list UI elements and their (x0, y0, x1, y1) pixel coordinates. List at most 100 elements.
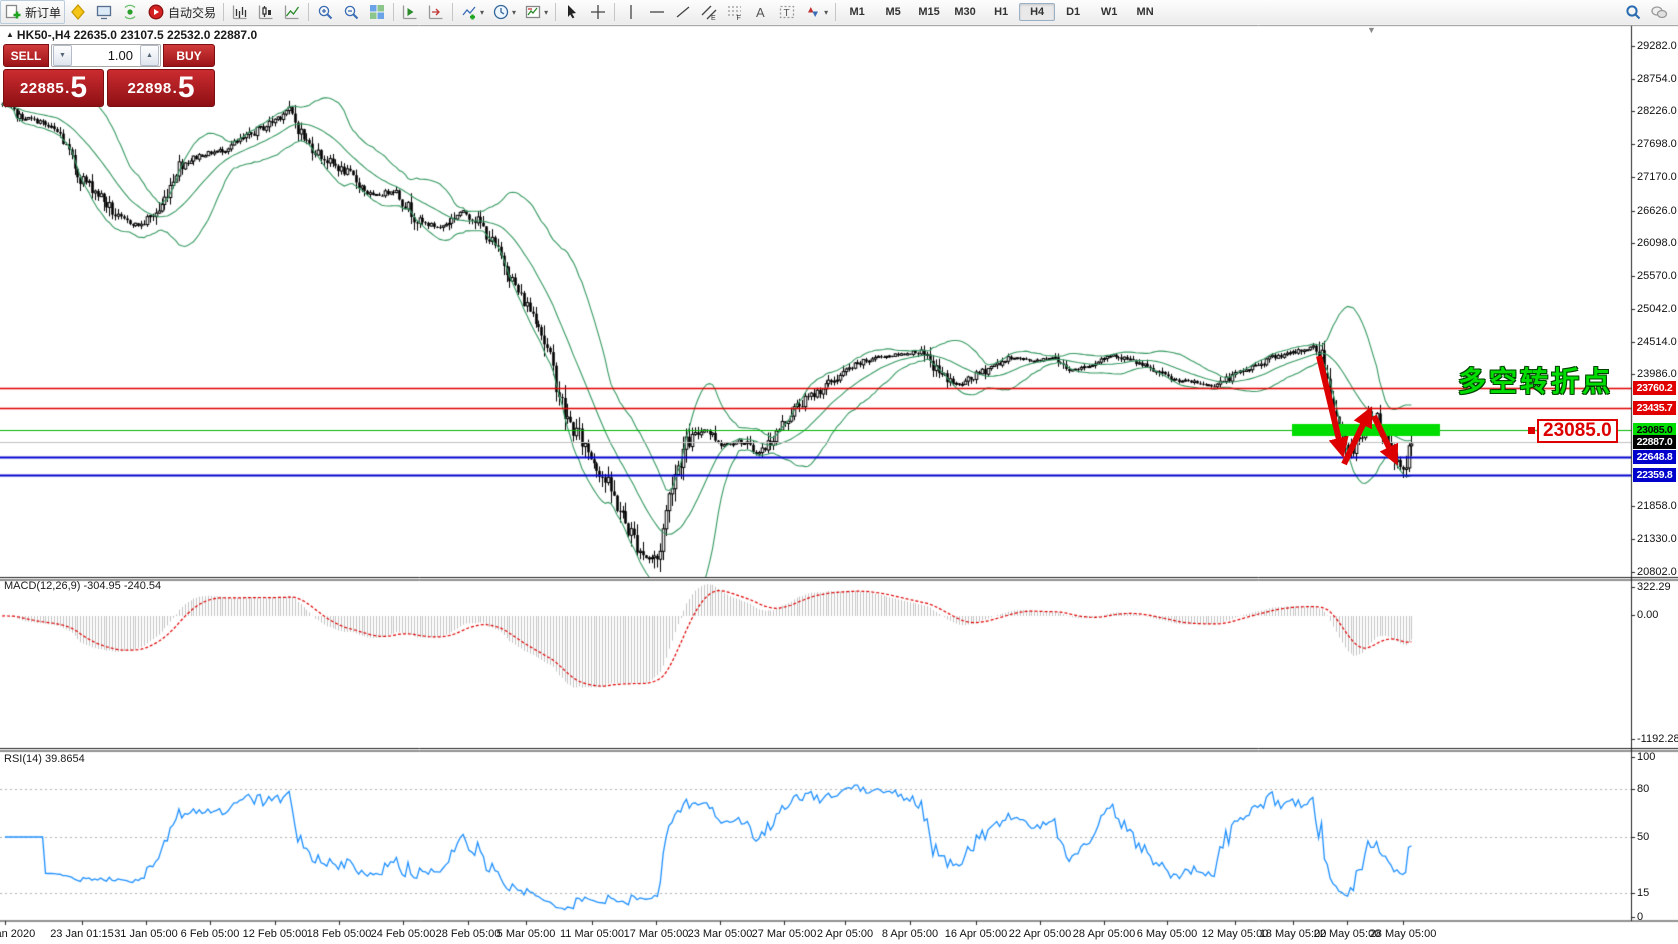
svg-text:F: F (737, 15, 741, 21)
price-level-tag: 23435.7 (1633, 401, 1676, 416)
equidistant-channel-button[interactable]: E (696, 0, 722, 24)
macd-axis-label: 322.29 (1637, 581, 1671, 593)
arrows-button[interactable]: ▾ (800, 0, 832, 24)
zoom-in-button[interactable] (312, 0, 338, 24)
terminal-icon (95, 3, 113, 21)
toolbar: 新订单 自动交易 ▾ ▾ ▾ E F A T ▾ M1 M5 M15 M30 H1 H4 D1 W1 MN (0, 0, 1678, 25)
price-tick-label: 28754.0 (1637, 72, 1677, 85)
chart-canvas[interactable] (0, 24, 1678, 944)
candlestick-button[interactable] (253, 0, 279, 24)
rsi-axis-label: 50 (1637, 831, 1650, 843)
trendline-button[interactable] (670, 0, 696, 24)
text-icon: A (752, 3, 770, 21)
turning-point-annotation[interactable]: 多空转折点 (1458, 360, 1613, 400)
volume-increase-button[interactable]: ▲ (140, 45, 159, 66)
text-button[interactable]: A (748, 0, 774, 24)
periods-button[interactable]: ▾ (488, 0, 520, 24)
timeframe-h1-button[interactable]: H1 (983, 3, 1019, 21)
price-level-tag: 22887.0 (1633, 435, 1676, 450)
auto-scroll-icon (401, 3, 419, 21)
metaeditor-icon (69, 3, 87, 21)
timeframe-d1-button[interactable]: D1 (1055, 3, 1091, 21)
timeframe-m30-button[interactable]: M30 (947, 3, 983, 21)
auto-scroll-button[interactable] (397, 0, 423, 24)
line-chart-button[interactable] (279, 0, 305, 24)
timeframe-bar: M1 M5 M15 M30 H1 H4 D1 W1 MN (839, 0, 1163, 24)
fibonacci-icon: F (726, 3, 744, 21)
price-tag-annotation[interactable]: 23085.0 (1537, 419, 1618, 443)
rsi-axis-label: 100 (1637, 751, 1656, 763)
signals-icon (121, 3, 139, 21)
sell-price-dot: . (65, 79, 70, 97)
price-tick-label: 29282.0 (1637, 40, 1677, 52)
text-label-button[interactable]: T (774, 0, 800, 24)
candlestick-icon (257, 3, 275, 21)
templates-icon (524, 3, 542, 21)
search-button[interactable] (1620, 0, 1646, 24)
buy-price-big-digit: 5 (177, 71, 195, 104)
rsi-label: RSI(14) 39.8654 (4, 753, 85, 765)
svg-text:A: A (756, 5, 765, 20)
toolbar-separator (393, 3, 395, 21)
timeframe-mn-button[interactable]: MN (1127, 3, 1163, 21)
tile-windows-icon (368, 3, 386, 21)
price-tick-label: 28226.0 (1637, 105, 1677, 118)
timeframe-m15-button[interactable]: M15 (911, 3, 947, 21)
toolbar-separator (614, 3, 616, 21)
timeframe-h4-button[interactable]: H4 (1019, 3, 1056, 21)
timeframe-m1-button[interactable]: M1 (839, 3, 875, 21)
cursor-button[interactable] (559, 0, 585, 24)
timeframe-m5-button[interactable]: M5 (875, 3, 911, 21)
horizontal-line-button[interactable] (644, 0, 670, 24)
sell-button[interactable]: SELL (3, 44, 49, 67)
text-label-icon: T (778, 3, 796, 21)
new-order-button[interactable]: 新订单 (0, 0, 66, 24)
chevron-down-icon: ▾ (824, 7, 829, 17)
terminal-button[interactable] (91, 0, 117, 24)
buy-price-main: 22898 (127, 79, 172, 97)
chart-ohlc-text: HK50-,H4 22635.0 23107.5 22532.0 22887.0 (16, 28, 258, 42)
rsi-axis-label: 0 (1637, 911, 1644, 923)
zoom-out-button[interactable] (338, 0, 364, 24)
svg-text:T: T (784, 8, 790, 19)
buy-price-button[interactable]: 22898. 5 (107, 69, 215, 107)
chart-shift-button[interactable] (423, 0, 449, 24)
signals-button[interactable] (117, 0, 143, 24)
autotrading-button[interactable]: 自动交易 (143, 0, 220, 24)
tile-windows-button[interactable] (364, 0, 390, 24)
fibonacci-button[interactable]: F (722, 0, 748, 24)
toolbar-separator (223, 3, 225, 21)
buy-button[interactable]: BUY (163, 44, 215, 67)
volume-input[interactable]: 1.00 (73, 48, 139, 63)
crosshair-button[interactable] (585, 0, 611, 24)
svg-text:E: E (711, 15, 716, 21)
toolbar-separator (835, 3, 837, 21)
price-tick-label: 27698.0 (1637, 138, 1677, 151)
chevron-down-icon: ▾ (512, 7, 517, 17)
autotrading-label: 自动交易 (168, 5, 217, 20)
periods-icon (492, 3, 510, 21)
templates-button[interactable]: ▾ (520, 0, 552, 24)
community-button[interactable] (1646, 0, 1672, 24)
indicators-button[interactable]: ▾ (456, 0, 488, 24)
price-tick-label: 25570.0 (1637, 270, 1677, 283)
price-tick-label: 21858.0 (1637, 500, 1677, 513)
vertical-line-button[interactable] (618, 0, 644, 24)
bar-chart-button[interactable] (227, 0, 253, 24)
volume-decrease-button[interactable]: ▼ (53, 45, 72, 66)
price-level-tag: 22359.8 (1633, 468, 1676, 483)
zoom-out-icon (342, 3, 360, 21)
volume-stepper: ▼ 1.00 ▲ (51, 44, 161, 67)
toolbar-separator (555, 3, 557, 21)
price-level-tag: 23760.2 (1633, 381, 1676, 396)
price-tick-label: 25042.0 (1637, 302, 1677, 315)
search-icon (1624, 3, 1642, 21)
toolbar-buttons: 新订单 自动交易 ▾ ▾ ▾ E F A T ▾ (0, 0, 839, 24)
horizontal-line-icon (648, 3, 666, 21)
toolbar-right (1620, 0, 1678, 24)
metaeditor-button[interactable] (65, 0, 91, 24)
crosshair-icon (589, 3, 607, 21)
sell-price-button[interactable]: 22885. 5 (3, 69, 104, 107)
chart-shift-icon (427, 3, 445, 21)
timeframe-w1-button[interactable]: W1 (1091, 3, 1127, 21)
